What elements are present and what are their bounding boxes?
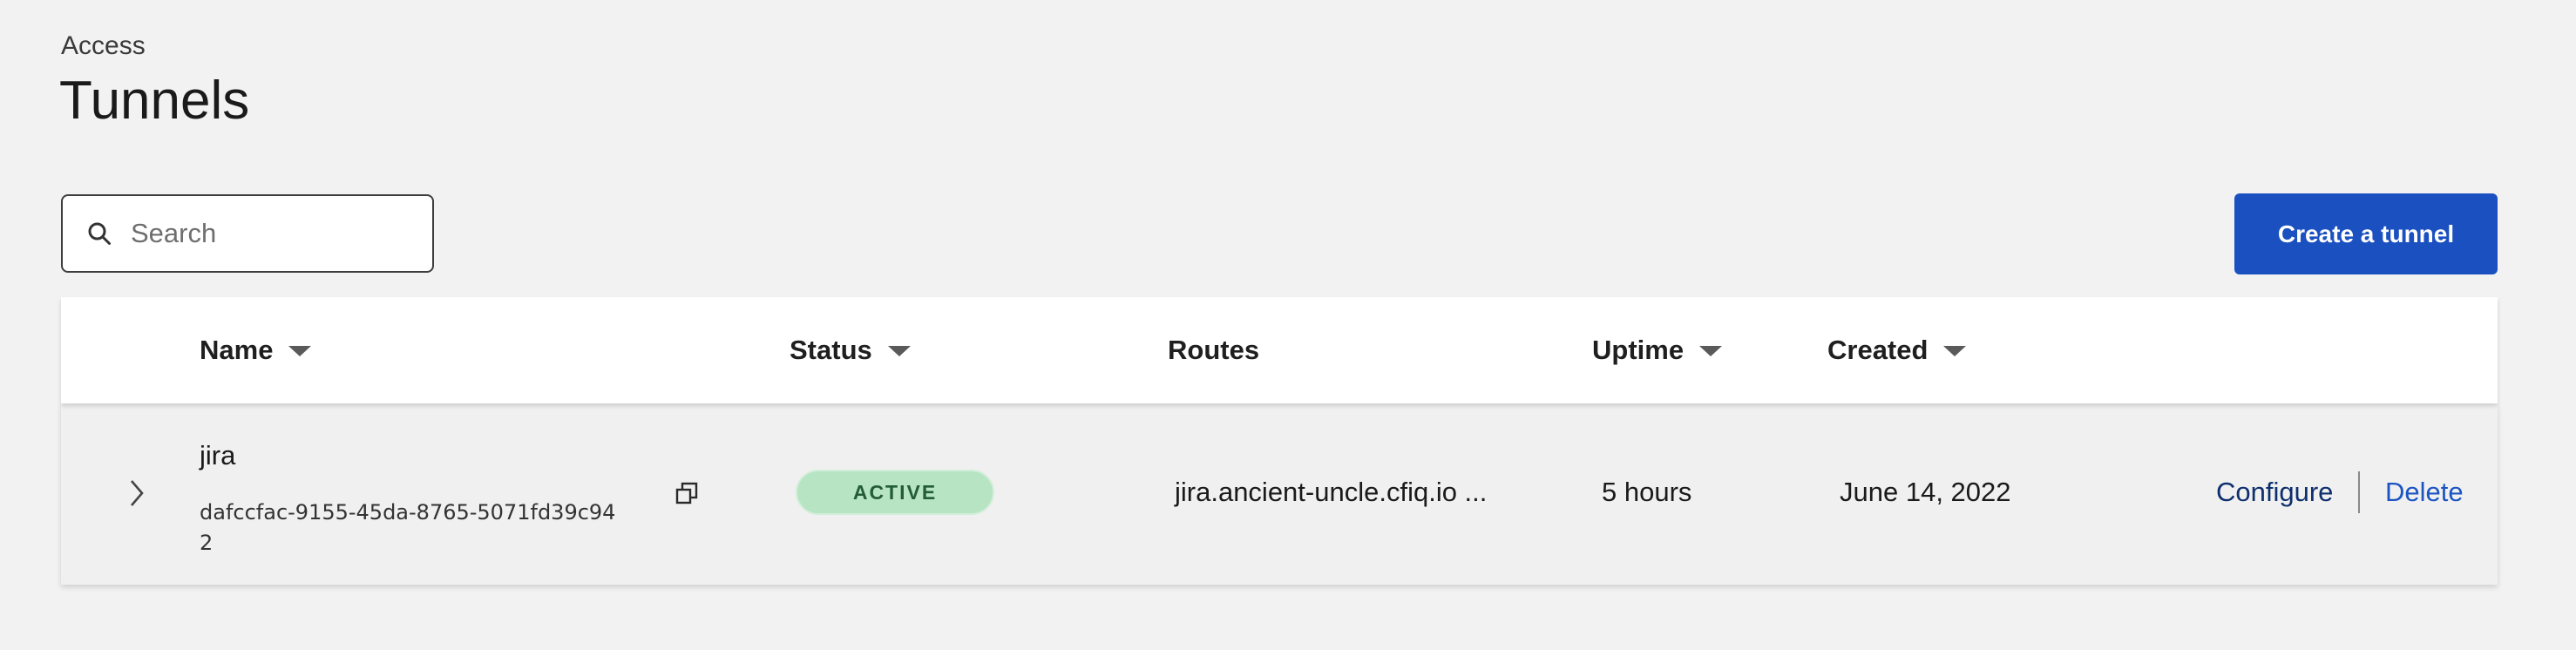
status-badge: ACTIVE [796,470,994,515]
column-header-created[interactable]: Created [1827,297,1967,403]
action-divider [2358,471,2360,513]
table-header: Name Status Routes Uptime Created [61,297,2498,403]
page-title: Tunnels [59,71,250,131]
create-tunnel-button[interactable]: Create a tunnel [2234,193,2498,274]
sort-caret-down-icon [1699,346,1723,356]
column-label-created: Created [1827,335,1929,365]
search-icon [85,220,113,247]
search-input[interactable] [131,218,410,249]
column-header-status[interactable]: Status [790,297,911,403]
tunnel-name: jira [200,440,236,471]
configure-link[interactable]: Configure [2216,477,2333,508]
column-header-name[interactable]: Name [200,297,312,403]
column-header-uptime[interactable]: Uptime [1592,297,1723,403]
table-row: jira dafccfac-9155-45da-8765-5071fd39c94… [61,403,2498,585]
column-header-routes: Routes [1168,297,1259,403]
copy-icon[interactable] [674,481,700,511]
delete-link[interactable]: Delete [2385,477,2464,508]
breadcrumb: Access [61,31,146,60]
column-label-uptime: Uptime [1592,335,1685,365]
tunnel-id: dafccfac-9155-45da-8765-5071fd39c942 [200,500,616,555]
tunnels-table: Name Status Routes Uptime Created jira d… [61,297,2498,585]
created-date: June 14, 2022 [1840,477,2011,507]
sort-caret-down-icon [288,346,312,356]
sort-caret-down-icon [887,346,911,356]
uptime-text: 5 hours [1602,477,1692,507]
column-label-status: Status [790,335,872,365]
chevron-right-icon[interactable] [125,476,149,511]
search-box[interactable] [61,194,434,273]
column-label-routes: Routes [1168,335,1260,365]
route-text: jira.ancient-uncle.cfiq.io ... [1175,477,1488,507]
column-label-name: Name [200,335,274,365]
sort-caret-down-icon [1943,346,1967,356]
